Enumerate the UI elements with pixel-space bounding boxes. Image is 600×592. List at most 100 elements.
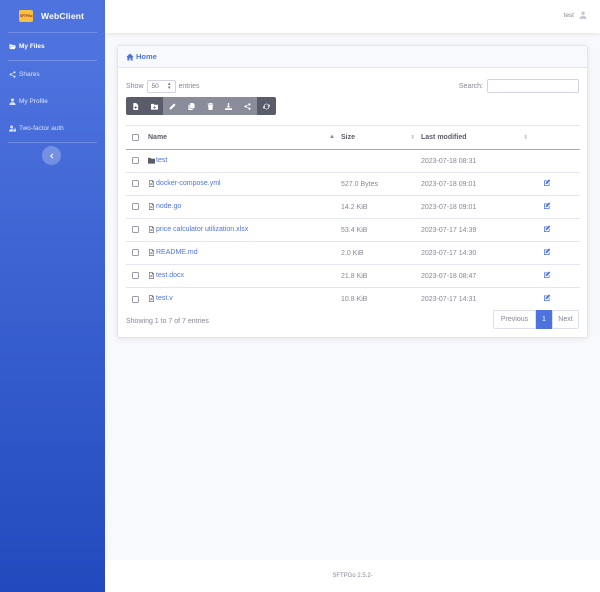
table-info: Showing 1 to 7 of 7 entries bbox=[126, 318, 209, 325]
select-all-checkbox[interactable] bbox=[132, 133, 139, 141]
username: test bbox=[563, 11, 574, 19]
table-row[interactable]: docker-compose.yml 527.0 Bytes 2023-07-18 … bbox=[126, 172, 580, 196]
row-checkbox[interactable] bbox=[132, 226, 139, 234]
file-add-icon bbox=[133, 102, 138, 110]
file-link[interactable]: test.docx bbox=[148, 272, 184, 279]
row-select-cell bbox=[126, 287, 148, 311]
file-actions-cell bbox=[534, 241, 580, 265]
file-link[interactable]: node.go bbox=[148, 203, 181, 210]
file-icon bbox=[149, 271, 154, 279]
file-actions-cell bbox=[534, 264, 580, 288]
edit-file-button[interactable] bbox=[534, 294, 551, 304]
edit-icon bbox=[544, 271, 551, 278]
file-toolbar bbox=[126, 97, 276, 115]
copy-button[interactable] bbox=[182, 97, 201, 115]
row-select-cell bbox=[126, 172, 148, 196]
file-name-cell: README.md bbox=[148, 241, 341, 265]
download-icon bbox=[225, 102, 233, 110]
file-icon bbox=[149, 225, 154, 233]
column-header-actions bbox=[534, 125, 580, 150]
delete-button[interactable] bbox=[200, 97, 220, 115]
download-button[interactable] bbox=[219, 97, 239, 115]
file-size-cell: 2.0 KiB bbox=[341, 241, 421, 265]
file-link[interactable]: README.md bbox=[148, 249, 198, 256]
sidebar: SFTPGo WebClient My Files Shares My Prof… bbox=[0, 0, 105, 592]
previous-page-button[interactable]: Previous bbox=[493, 310, 536, 329]
search-input[interactable] bbox=[487, 79, 579, 93]
table-row[interactable]: test 2023-07-18 08:31 bbox=[126, 149, 580, 173]
edit-icon bbox=[544, 248, 551, 255]
topbar: test bbox=[105, 0, 600, 33]
edit-file-button[interactable] bbox=[534, 179, 551, 189]
column-header-size[interactable]: Size ⬍ bbox=[341, 125, 421, 150]
column-header-name[interactable]: Name ▲ bbox=[148, 125, 341, 150]
folder-link[interactable]: test bbox=[148, 157, 167, 164]
add-file-button[interactable] bbox=[126, 97, 145, 115]
column-header-last-modified[interactable]: Last modified ⬍ bbox=[421, 125, 534, 150]
row-select-cell bbox=[126, 149, 148, 173]
add-folder-button[interactable] bbox=[144, 97, 164, 115]
rename-button[interactable] bbox=[163, 97, 183, 115]
breadcrumb: Home bbox=[118, 46, 587, 68]
entries-value: 50 bbox=[151, 82, 159, 90]
trash-icon bbox=[207, 102, 214, 110]
table-row[interactable]: node.go 14.2 KiB 2023-07-18 09:01 bbox=[126, 195, 580, 219]
share-button[interactable] bbox=[238, 97, 257, 115]
folder-open-icon bbox=[7, 43, 17, 50]
share-icon bbox=[244, 102, 251, 110]
entries-select[interactable]: 50 ▴ ▾ bbox=[146, 79, 176, 93]
folder-add-icon bbox=[150, 103, 158, 110]
user-avatar-icon bbox=[579, 11, 587, 19]
edit-file-button[interactable] bbox=[534, 271, 551, 281]
file-size-cell: 53.4 KiB bbox=[341, 218, 421, 242]
file-link[interactable]: price calculator utilization.xlsx bbox=[148, 226, 248, 233]
file-name-cell: docker-compose.yml bbox=[148, 172, 341, 196]
edit-file-button[interactable] bbox=[534, 248, 551, 258]
edit-file-button[interactable] bbox=[534, 225, 551, 235]
row-checkbox[interactable] bbox=[132, 203, 139, 211]
file-name-cell: node.go bbox=[148, 195, 341, 219]
sidebar-item-shares[interactable]: Shares bbox=[0, 61, 105, 88]
file-link[interactable]: docker-compose.yml bbox=[148, 180, 221, 187]
row-checkbox[interactable] bbox=[132, 272, 139, 280]
row-select-cell bbox=[126, 264, 148, 288]
user-menu[interactable]: test bbox=[564, 11, 587, 19]
edit-file-button[interactable] bbox=[534, 202, 551, 212]
files-table: Name ▲ Size ⬍ Last modified ⬍ test 2023-07-1… bbox=[126, 125, 580, 311]
file-actions-cell bbox=[534, 287, 580, 311]
sidebar-toggle-button[interactable] bbox=[42, 146, 61, 165]
sidebar-item-label: My Files bbox=[19, 43, 45, 50]
file-modified-cell: 2023-07-18 09:01 bbox=[421, 172, 534, 196]
file-modified-cell: 2023-07-18 08:31 bbox=[421, 149, 534, 173]
table-row[interactable]: test.v 10.8 KiB 2023-07-17 14:31 bbox=[126, 287, 580, 311]
file-size-cell: 527.0 Bytes bbox=[341, 172, 421, 196]
table-row[interactable]: README.md 2.0 KiB 2023-07-17 14:30 bbox=[126, 241, 580, 265]
table-row[interactable]: price calculator utilization.xlsx 53.4 Ki… bbox=[126, 218, 580, 242]
sidebar-item-my-profile[interactable]: My Profile bbox=[0, 88, 105, 115]
footer: SFTPGo 2.5.2- bbox=[105, 560, 600, 592]
copy-icon bbox=[188, 102, 195, 110]
row-checkbox[interactable] bbox=[132, 180, 139, 188]
row-checkbox[interactable] bbox=[132, 249, 139, 257]
file-size-cell bbox=[341, 149, 421, 173]
brand[interactable]: SFTPGo WebClient bbox=[0, 0, 105, 32]
file-link[interactable]: test.v bbox=[148, 295, 173, 302]
user-icon bbox=[7, 98, 17, 105]
page-1-button[interactable]: 1 bbox=[536, 310, 552, 329]
sidebar-item-two-factor-auth[interactable]: Two-factor auth bbox=[0, 115, 105, 142]
table-row[interactable]: test.docx 21.8 KiB 2023-07-18 08:47 bbox=[126, 264, 580, 288]
edit-icon bbox=[544, 225, 551, 232]
file-modified-cell: 2023-07-18 09:01 bbox=[421, 195, 534, 219]
file-actions-cell bbox=[534, 172, 580, 196]
next-page-button[interactable]: Next bbox=[552, 310, 579, 329]
edit-icon bbox=[544, 179, 551, 186]
refresh-button[interactable] bbox=[256, 97, 276, 115]
sidebar-item-my-files[interactable]: My Files bbox=[0, 33, 105, 60]
pencil-icon bbox=[169, 102, 176, 109]
row-checkbox[interactable] bbox=[132, 157, 139, 165]
file-modified-cell: 2023-07-17 14:39 bbox=[421, 218, 534, 242]
sidebar-item-label: Two-factor auth bbox=[19, 125, 64, 132]
row-checkbox[interactable] bbox=[132, 295, 139, 303]
file-modified-cell: 2023-07-17 14:31 bbox=[421, 287, 534, 311]
breadcrumb-home-link[interactable]: Home bbox=[136, 52, 157, 61]
